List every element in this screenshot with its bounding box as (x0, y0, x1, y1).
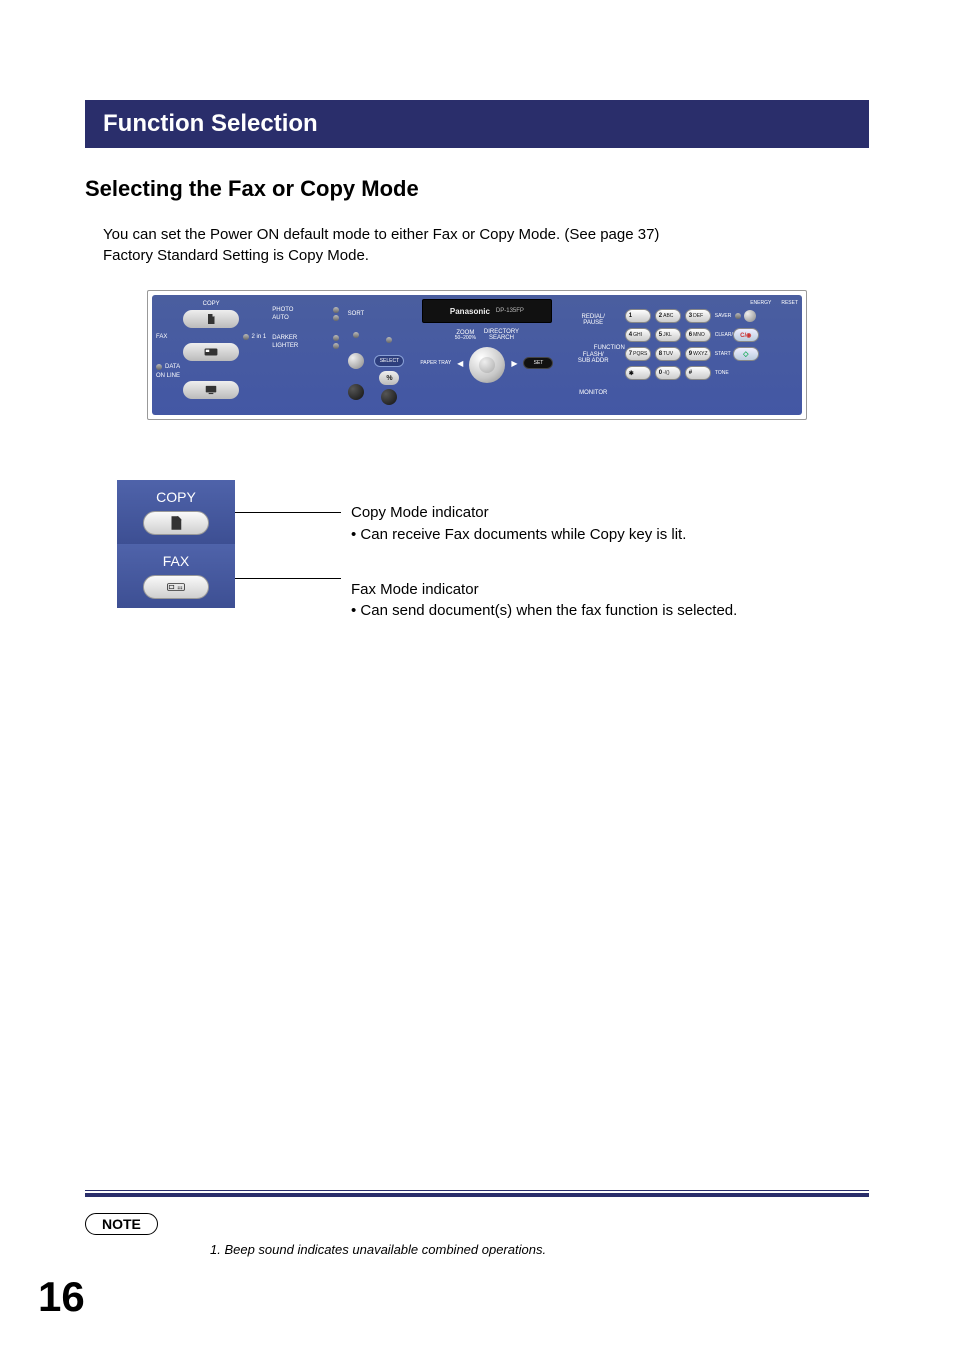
keypad-key: ✱ (625, 366, 651, 380)
fax-key (183, 343, 239, 361)
keypad-key: 7PQRS (625, 347, 651, 361)
control-panel: COPY FAX 2 in 1 DATA (152, 295, 802, 415)
copy-mode-key (143, 511, 209, 535)
panel-select-column: SELECT % (371, 295, 408, 415)
page-number: 16 (38, 1273, 85, 1321)
keypad-side-label: START (715, 352, 729, 357)
paper-tray-label: PAPER TRAY (420, 361, 451, 366)
fax-key-label: FAX (163, 553, 189, 569)
section-title: Function Selection (85, 100, 869, 148)
panel-quality-column: PHOTO AUTO DARKER LIGHTER (270, 295, 341, 415)
fax-icon (204, 347, 218, 357)
search-label: SEARCH (484, 335, 519, 341)
note-label: NOTE (85, 1213, 158, 1235)
fax-indicator-title: Fax Mode indicator (351, 579, 737, 601)
note-text: 1. Beep sound indicates unavailable comb… (210, 1242, 869, 1257)
online-key (183, 381, 239, 399)
keypad-side-label: CLEAR/STOP (715, 333, 729, 338)
copy-label: COPY (156, 301, 266, 307)
keypad-key: 2ABC (655, 309, 681, 323)
keypad-key: # (685, 366, 711, 380)
page-icon (205, 313, 217, 325)
panel-keypad-column: ENERGY RESET 1 2ABC 3DEF SAVER 4GHI 5JKL 6MNO… (621, 295, 802, 415)
copy-indicator-title: Copy Mode indicator (351, 502, 737, 524)
footer-rule (85, 1193, 869, 1197)
photo-label: PHOTO (272, 307, 293, 313)
intro-line-2: Factory Standard Setting is Copy Mode. (103, 247, 369, 264)
intro-line-1: You can set the Power ON default mode to… (103, 226, 659, 243)
led-icon (333, 307, 339, 313)
twoin1-label: 2 in 1 (252, 334, 267, 340)
control-panel-diagram: COPY FAX 2 in 1 DATA (147, 290, 807, 420)
indicator-descriptions: Copy Mode indicator • Can receive Fax do… (351, 480, 737, 622)
keypad-key: 4GHI (625, 328, 651, 342)
brand-label: Panasonic (450, 307, 490, 316)
keypad-key: 0-/() (655, 366, 681, 380)
set-key: SET (523, 357, 553, 369)
fax-indicator-bullet: • Can send document(s) when the fax func… (351, 600, 737, 622)
lcd-display: Panasonic DP-135FP (422, 299, 552, 323)
reset-label: RESET (781, 301, 798, 306)
data-label: DATA (165, 364, 180, 370)
keypad-key: 1 (625, 309, 651, 323)
sort-label: SORT (348, 311, 365, 317)
mode-indicator-block: COPY FAX (117, 480, 869, 622)
led-icon (243, 334, 249, 340)
panel-function-column: REDIAL/ PAUSE FLASH/ SUB ADDR FUNCTION M… (566, 295, 621, 415)
led-icon (353, 332, 359, 338)
copy-key-label: COPY (156, 489, 196, 505)
led-icon (386, 337, 392, 343)
keypad-key: 8TUV (655, 347, 681, 361)
auto-label: AUTO (272, 315, 289, 321)
copy-key (183, 310, 239, 328)
quality-button (348, 353, 364, 369)
keypad-side-label: SAVER (715, 314, 729, 319)
percent-key: % (379, 371, 399, 385)
intro-text: You can set the Power ON default mode to… (103, 224, 869, 266)
monitor-label: MONITOR (579, 390, 607, 396)
panel-sort-column: SORT (341, 295, 371, 415)
copy-mode-key-box: COPY (117, 480, 235, 544)
mode-keys: COPY FAX (117, 480, 235, 608)
sub-heading: Selecting the Fax or Copy Mode (85, 176, 869, 202)
energy-saver-reset-keys (733, 310, 759, 322)
paper-tray-button (381, 389, 397, 405)
select-key: SELECT (374, 355, 404, 367)
led-icon (156, 364, 162, 370)
panel-left-column: COPY FAX 2 in 1 DATA (152, 295, 270, 415)
fax-mode-key (143, 575, 209, 599)
led-icon (333, 343, 339, 349)
model-label: DP-135FP (496, 308, 524, 314)
keypad-key: 5JKL (655, 328, 681, 342)
zoom-range-label: 50–200% (455, 336, 476, 341)
fax-icon (167, 578, 185, 596)
jog-dial (469, 347, 505, 383)
panel-center-column: Panasonic DP-135FP ZOOM 50–200% DIRECTOR… (408, 295, 565, 415)
subaddr-label: SUB ADDR (578, 358, 609, 364)
keypad-key: 3DEF (685, 309, 711, 323)
clear-stop-key: C/◉ (733, 328, 759, 342)
fax-label: FAX (156, 334, 167, 340)
darker-label: DARKER (272, 335, 297, 341)
numeric-keypad: 1 2ABC 3DEF SAVER 4GHI 5JKL 6MNO CLEAR/STOP C/◉… (625, 308, 798, 381)
keypad-key: 6MNO (685, 328, 711, 342)
keypad-key: 9WXYZ (685, 347, 711, 361)
keypad-side-label: TONE (715, 371, 729, 376)
page-icon (167, 514, 185, 532)
energy-saver-label-1: ENERGY (750, 301, 771, 306)
online-label: ON LINE (156, 373, 180, 379)
pause-label: PAUSE (582, 320, 605, 326)
copy-indicator-bullet: • Can receive Fax documents while Copy k… (351, 524, 737, 546)
lighter-label: LIGHTER (272, 343, 298, 349)
pc-icon (204, 385, 218, 395)
led-icon (333, 335, 339, 341)
density-button (348, 384, 364, 400)
start-key: ◇ (733, 347, 759, 361)
connector-lines (235, 480, 351, 608)
fax-mode-key-box: FAX (117, 544, 235, 608)
